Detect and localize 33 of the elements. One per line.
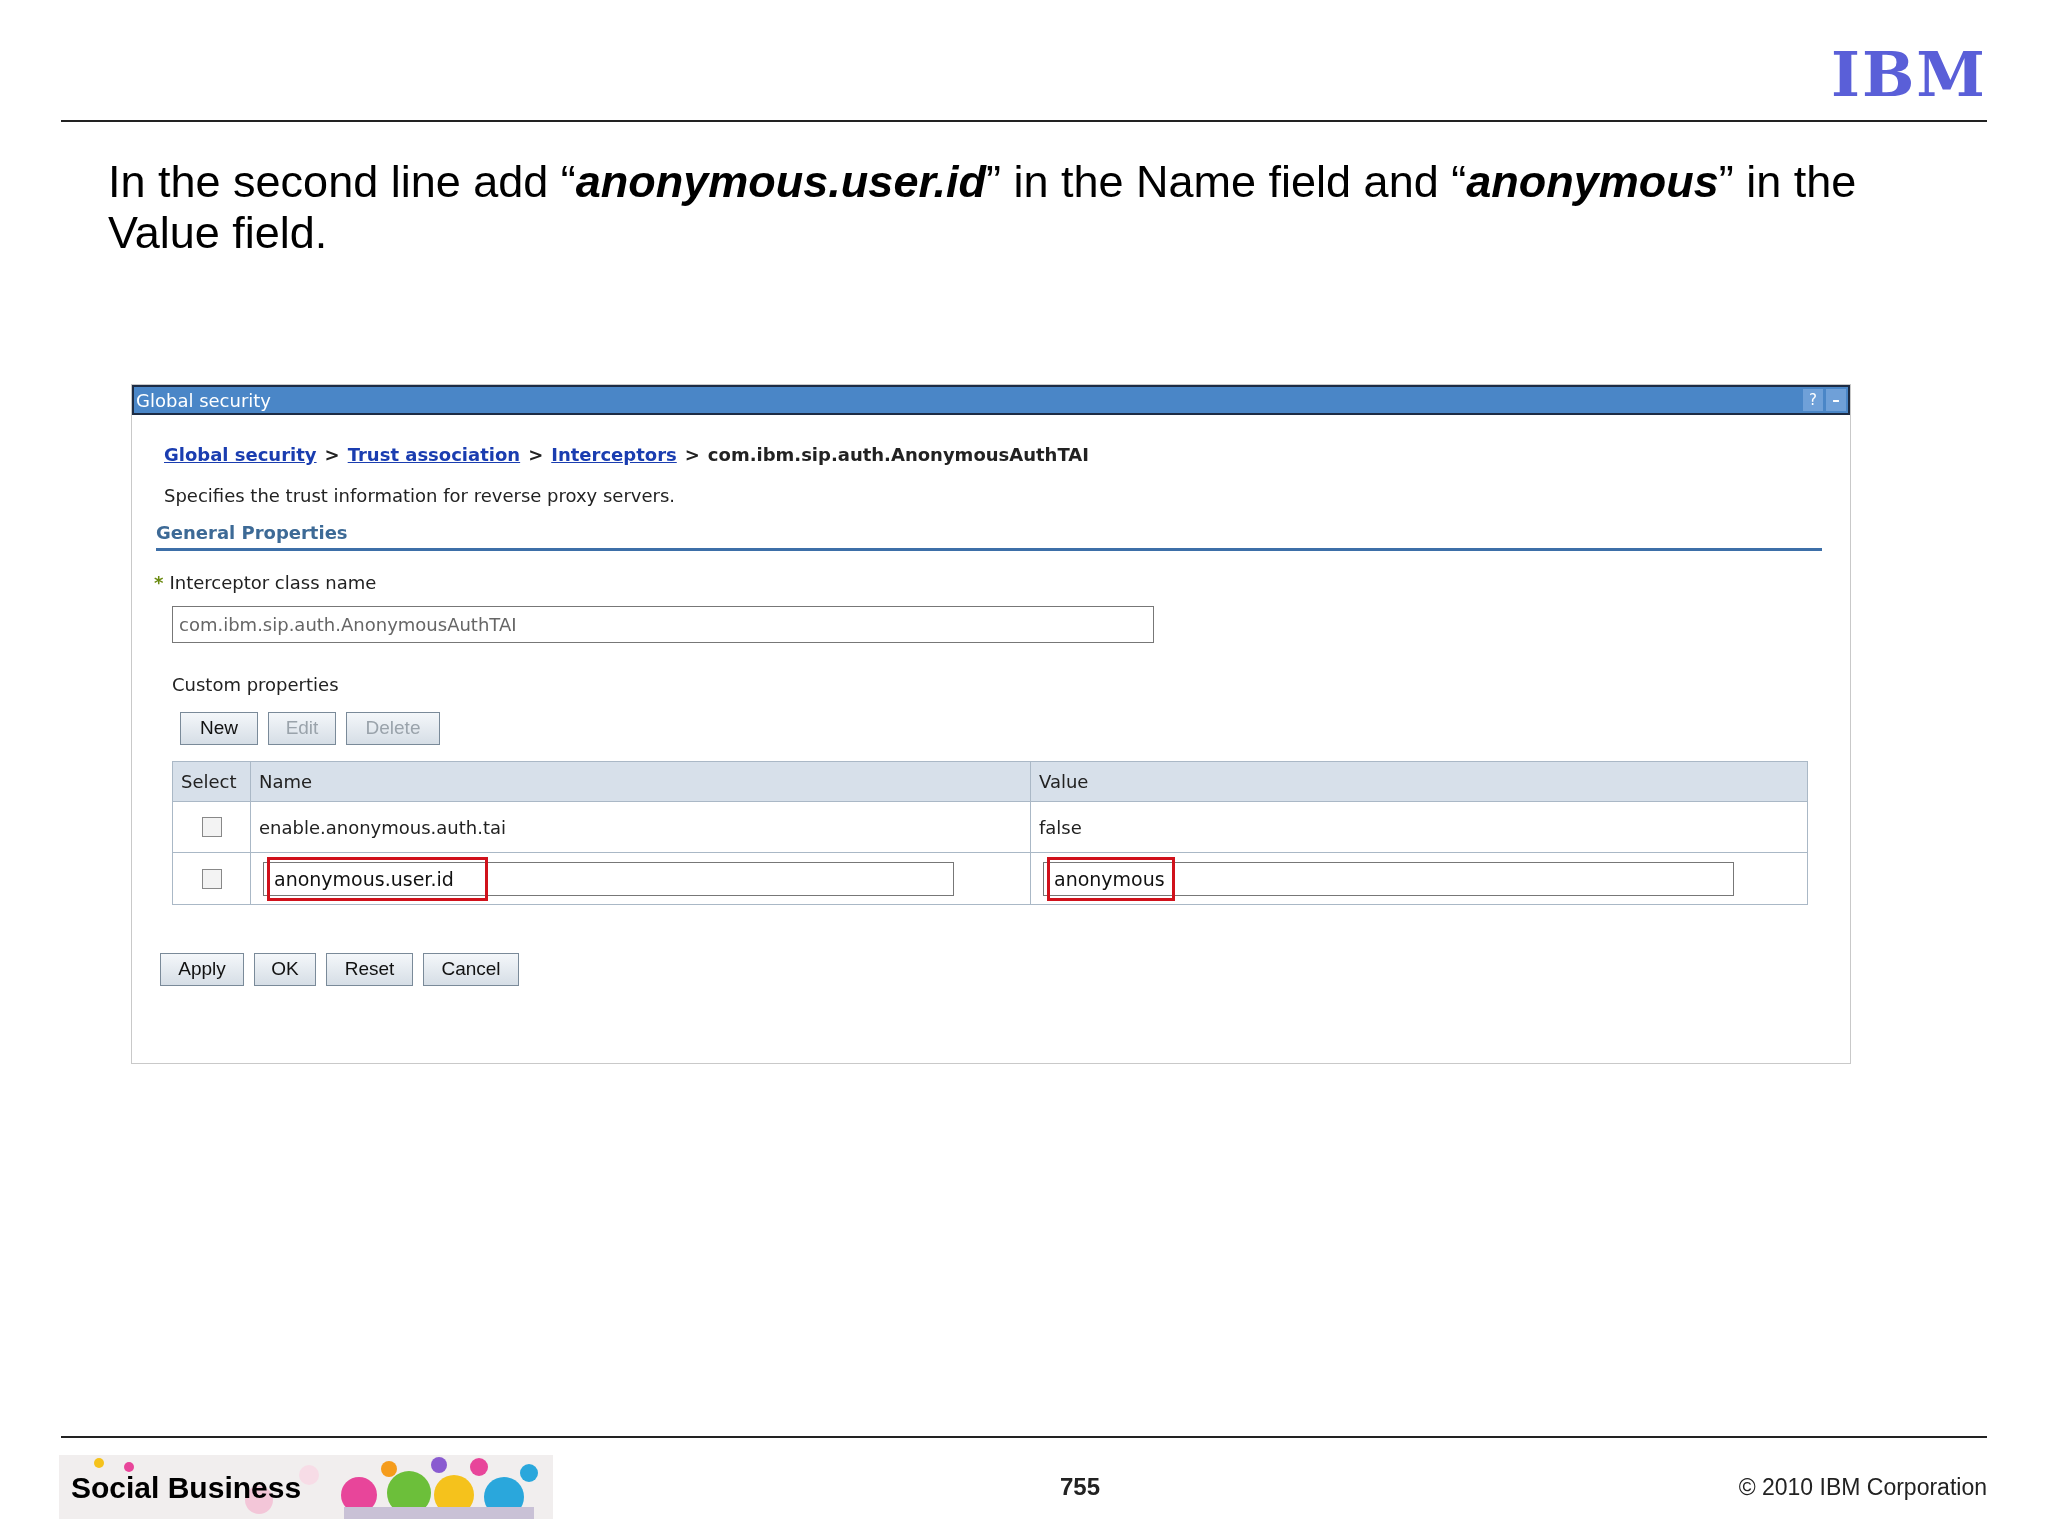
form-button[interactable]: OK xyxy=(254,953,316,986)
table-cell: enable.anonymous.auth.tai xyxy=(251,802,1031,852)
breadcrumb-link[interactable]: Interceptors xyxy=(551,441,677,468)
breadcrumb-separator: > xyxy=(684,443,700,467)
breadcrumb-current: com.ibm.sip.auth.AnonymousAuthTAI xyxy=(707,443,1089,467)
column-header: Name xyxy=(251,762,1031,801)
column-header: Value xyxy=(1038,770,1090,794)
checkbox[interactable] xyxy=(201,817,222,837)
field-label: Custom properties xyxy=(172,673,340,697)
brand-text: Social Business xyxy=(70,1469,302,1506)
page-number: 755 xyxy=(1060,1472,1101,1502)
input-field[interactable]: anonymous xyxy=(1043,861,1734,896)
breadcrumb-separator: > xyxy=(324,443,340,467)
form-button[interactable]: Cancel xyxy=(423,953,519,986)
description-text: Specifies the trust information for reverse proxy servers. xyxy=(164,484,677,508)
breadcrumb-link[interactable]: Global security xyxy=(164,441,317,468)
checkbox[interactable] xyxy=(201,868,222,889)
instruction-text: In the second line add “anonymous.user.id” in the Name field and “anonymous” in the Value field. xyxy=(108,156,1858,258)
form-button[interactable]: New xyxy=(180,712,258,745)
breadcrumb-link[interactable]: Trust association xyxy=(347,441,521,468)
section-title: General Properties xyxy=(156,522,348,543)
logo: IBM xyxy=(1830,44,1987,106)
field-label: Interceptor class name xyxy=(169,571,377,595)
breadcrumb-separator: > xyxy=(528,443,544,467)
required-mark: * xyxy=(154,571,164,595)
form-button[interactable]: Apply xyxy=(160,953,244,986)
table-cell-text: false xyxy=(1038,815,1083,840)
input-field[interactable]: com.ibm.sip.auth.AnonymousAuthTAI xyxy=(172,606,1154,643)
window-title: Global security xyxy=(135,388,271,413)
copyright-text: © 2010 IBM Corporation xyxy=(1738,1472,1987,1502)
column-header: Select xyxy=(173,762,251,801)
input-field[interactable]: anonymous.user.id xyxy=(263,861,954,896)
form-button[interactable]: Reset xyxy=(326,953,413,986)
